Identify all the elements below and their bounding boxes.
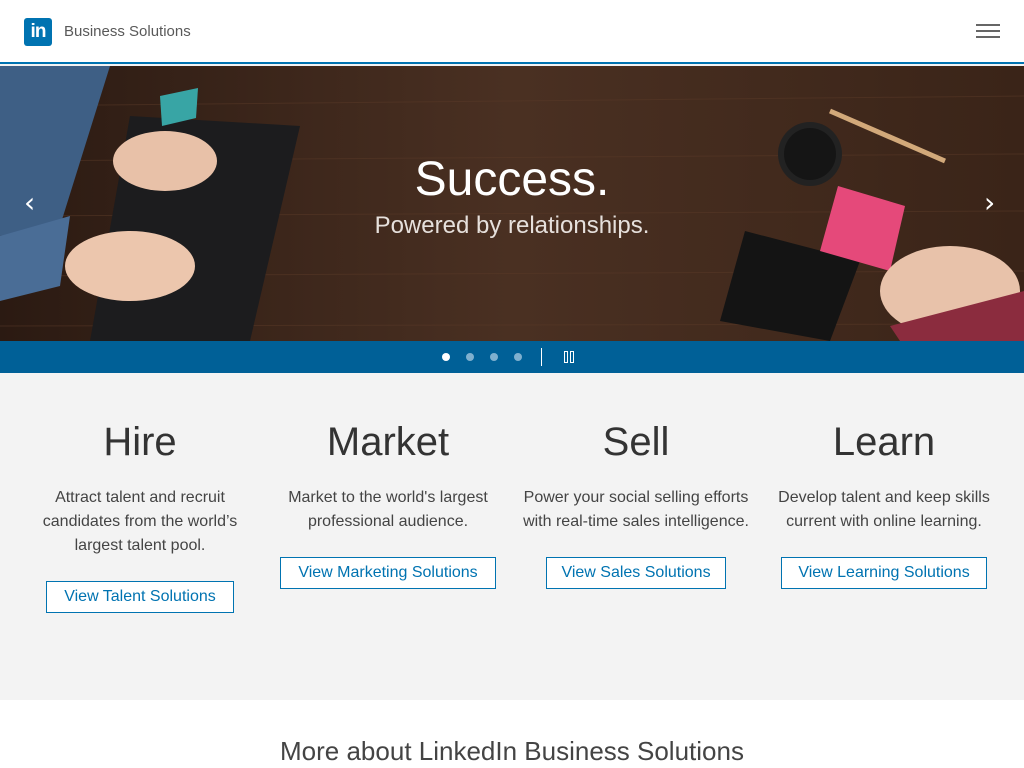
carousel-separator <box>541 348 542 366</box>
view-sales-solutions-button[interactable]: View Sales Solutions <box>546 557 726 589</box>
linkedin-logo[interactable]: in <box>24 18 52 46</box>
solution-sell: Sell Power your social selling efforts w… <box>512 420 760 534</box>
solution-learn: Learn Develop talent and keep skills cur… <box>760 420 1008 534</box>
carousel-dot-1[interactable] <box>442 353 450 361</box>
hero-carousel: Success. Powered by relationships. ‹ › <box>0 66 1024 341</box>
more-section: More about LinkedIn Business Solutions <box>0 700 1024 768</box>
carousel-next-arrow-icon[interactable]: › <box>984 186 995 219</box>
pause-icon[interactable] <box>564 351 576 363</box>
solution-description: Attract talent and recruit candidates fr… <box>42 489 238 554</box>
carousel-prev-arrow-icon[interactable]: ‹ <box>24 186 35 219</box>
view-marketing-solutions-button[interactable]: View Marketing Solutions <box>280 557 496 589</box>
hero-subtitle: Powered by relationships. <box>374 212 650 239</box>
solution-market: Market Market to the world's largest pro… <box>264 420 512 534</box>
hero-title: Success. <box>414 153 610 206</box>
view-learning-solutions-button[interactable]: View Learning Solutions <box>781 557 987 589</box>
solution-title: Learn <box>832 420 936 464</box>
site-header: in Business Solutions <box>0 0 1024 64</box>
solution-description: Market to the world's largest profession… <box>288 489 488 530</box>
carousel-dot-3[interactable] <box>490 353 498 361</box>
carousel-dot-2[interactable] <box>466 353 474 361</box>
carousel-controls <box>0 341 1024 373</box>
more-heading: More about LinkedIn Business Solutions <box>280 736 744 766</box>
solution-hire: Hire Attract talent and recruit candidat… <box>16 420 264 558</box>
view-talent-solutions-button[interactable]: View Talent Solutions <box>46 581 234 613</box>
solution-description: Power your social selling efforts with r… <box>523 489 749 530</box>
carousel-dot-4[interactable] <box>514 353 522 361</box>
solution-title: Hire <box>103 420 177 464</box>
hamburger-menu-icon[interactable] <box>976 24 1000 40</box>
solution-title: Sell <box>602 420 670 464</box>
brand-title[interactable]: Business Solutions <box>64 23 191 40</box>
solution-title: Market <box>326 420 450 464</box>
solution-description: Develop talent and keep skills current w… <box>778 489 990 530</box>
